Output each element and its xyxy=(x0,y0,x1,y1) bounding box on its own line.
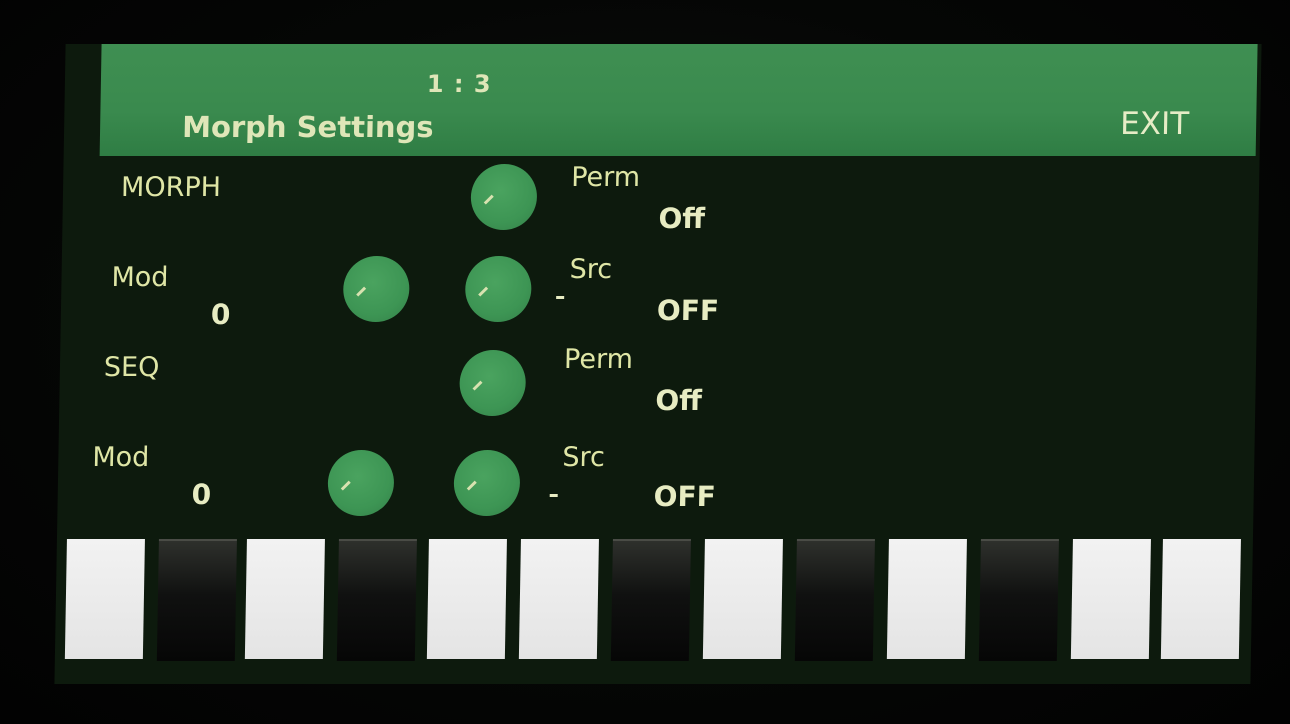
seq-section-label: SEQ xyxy=(103,352,160,383)
seq-mod-label: Mod xyxy=(92,442,150,473)
key-8[interactable] xyxy=(702,539,783,659)
key-9[interactable] xyxy=(794,539,875,661)
morph-section-label: MORPH xyxy=(120,172,222,203)
seq-perm-knob[interactable] xyxy=(459,350,527,416)
morph-mod-src-knob[interactable] xyxy=(464,256,532,322)
device-bezel: 1 : 3 Morph Settings EXIT MORPH Perm Off… xyxy=(0,0,1290,724)
key-1[interactable] xyxy=(64,539,145,659)
exit-button[interactable]: EXIT xyxy=(1120,106,1190,142)
seq-src-value: OFF xyxy=(653,480,717,513)
seq-mod-amount-knob[interactable] xyxy=(327,450,395,516)
key-2[interactable] xyxy=(156,539,237,661)
key-3[interactable] xyxy=(244,539,325,659)
key-5[interactable] xyxy=(426,539,507,659)
key-11[interactable] xyxy=(978,539,1059,661)
morph-mod-amount-knob[interactable] xyxy=(342,256,410,322)
key-7[interactable] xyxy=(610,539,691,661)
morph-mod-label: Mod xyxy=(111,262,169,293)
morph-src-label: Src xyxy=(569,254,613,285)
page-title: Morph Settings xyxy=(181,110,434,144)
key-13[interactable] xyxy=(1160,539,1241,659)
page-indicator: 1 : 3 xyxy=(426,70,492,98)
key-12[interactable] xyxy=(1070,539,1151,659)
morph-perm-label: Perm xyxy=(570,162,641,193)
morph-mod-minus-sign xyxy=(556,296,565,299)
display-screen: 1 : 3 Morph Settings EXIT MORPH Perm Off… xyxy=(54,44,1262,684)
seq-mod-src-knob[interactable] xyxy=(453,450,521,516)
seq-mod-minus-sign xyxy=(549,494,558,497)
morph-src-value: OFF xyxy=(656,294,720,327)
keyboard-strip xyxy=(55,539,1253,665)
key-4[interactable] xyxy=(336,539,417,661)
seq-perm-label: Perm xyxy=(563,344,634,375)
morph-perm-knob[interactable] xyxy=(470,164,538,230)
key-6[interactable] xyxy=(518,539,599,659)
morph-mod-value: 0 xyxy=(210,298,231,331)
header-bar: 1 : 3 Morph Settings EXIT xyxy=(99,44,1258,156)
key-10[interactable] xyxy=(886,539,967,659)
seq-mod-value: 0 xyxy=(191,478,212,511)
seq-perm-value: Off xyxy=(655,384,703,417)
morph-perm-value: Off xyxy=(658,202,706,235)
seq-src-label: Src xyxy=(562,442,606,473)
